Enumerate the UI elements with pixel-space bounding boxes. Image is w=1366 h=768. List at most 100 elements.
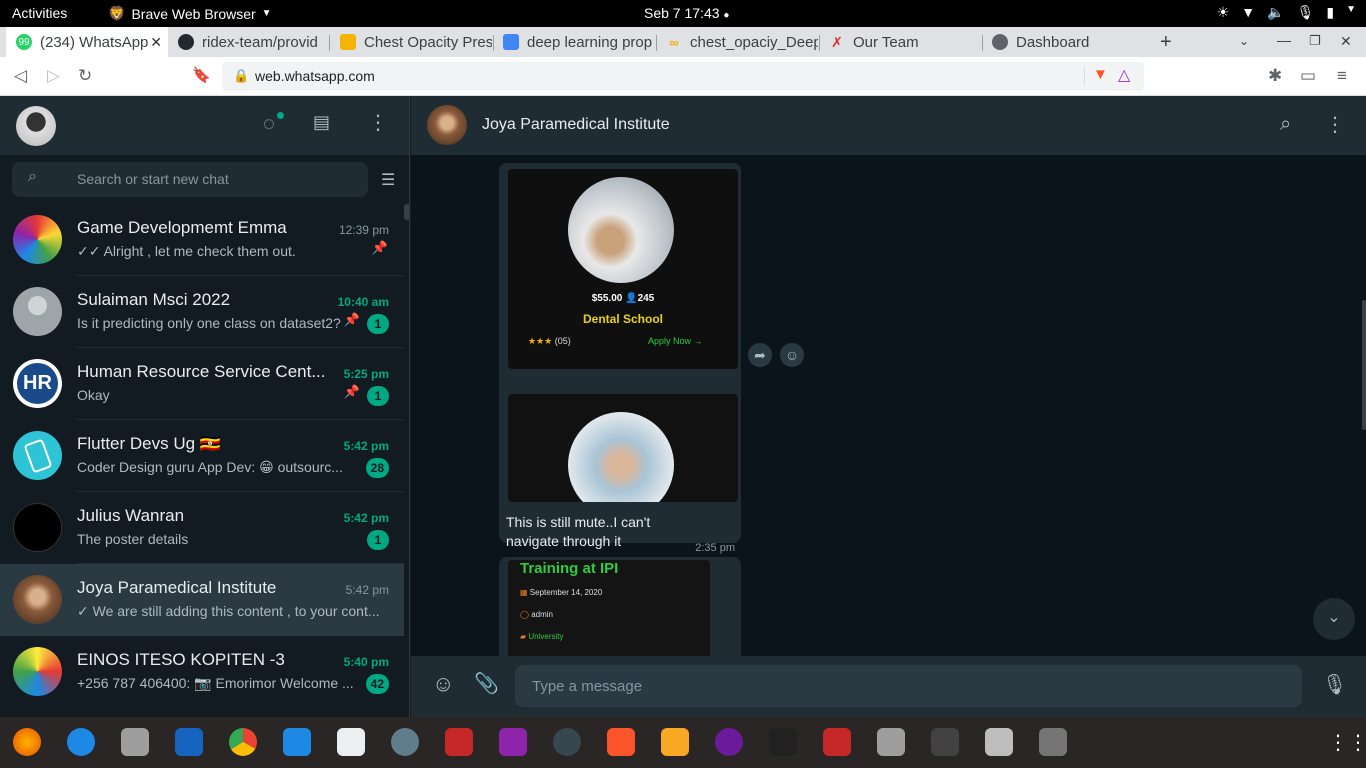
course-card-image[interactable]: $55.00 👤245 Dental School ★★★ (05) Apply… [508, 169, 738, 369]
tab-deep-learning-proposal[interactable]: deep learning prop [493, 27, 655, 57]
filter-icon[interactable]: ☰ [381, 170, 395, 190]
files-icon[interactable] [121, 728, 149, 756]
firefox-icon[interactable] [13, 728, 41, 756]
menu-icon[interactable]: ⋮ [1325, 112, 1345, 137]
course-rating: ★★★ (05) [528, 336, 571, 347]
unread-badge: 1 [367, 386, 389, 406]
clock[interactable]: Seb 7 17:43 ● [644, 5, 729, 21]
minimize-icon[interactable]: — [1277, 32, 1291, 48]
app-menu[interactable]: 🦁 Brave Web Browser ▼ [108, 5, 272, 22]
brave-rewards-icon[interactable]: △ [1118, 65, 1130, 85]
chat-item-selected[interactable]: Joya Paramedical Institute 5:42 pm ✓ We … [0, 564, 404, 636]
contact-avatar[interactable] [427, 105, 467, 145]
image-message[interactable]: $55.00 👤245 Dental School ★★★ (05) Apply… [499, 163, 741, 554]
conversation-header[interactable]: Joya Paramedical Institute ⌕ ⋮ [411, 96, 1366, 155]
chat-item[interactable]: Flutter Devs Ug 🇺🇬 5:42 pm Coder Design … [0, 420, 404, 492]
texmaker-icon[interactable] [877, 728, 905, 756]
reload-icon[interactable]: ↻ [78, 66, 92, 86]
chat-item[interactable]: HR Human Resource Service Cent... 5:25 p… [0, 348, 404, 420]
scroll-down-button[interactable]: ⌄ [1313, 598, 1355, 640]
attach-icon[interactable]: 📎 [474, 671, 499, 696]
unread-badge: 1 [367, 314, 389, 334]
tab-label: Dashboard [1016, 33, 1090, 51]
unread-badge: 28 [365, 458, 389, 478]
tab-dashboard[interactable]: Dashboard [982, 27, 1142, 57]
tab-our-team[interactable]: ✗ Our Team [819, 27, 981, 57]
emoji-reaction-icon[interactable]: ☺ [780, 343, 804, 367]
training-card-image[interactable]: Training at IPI ▦ September 14, 2020 ◯ a… [508, 560, 710, 656]
calendar-icon: ▦ [520, 588, 530, 597]
bookmark-icon[interactable]: 🔖 [192, 66, 211, 84]
tab-whatsapp[interactable]: 99 (234) WhatsApp ✕ [6, 27, 168, 57]
software-center-icon[interactable] [337, 728, 365, 756]
system-monitor-icon[interactable] [931, 728, 959, 756]
image-viewer-icon[interactable] [985, 728, 1013, 756]
brave-shields-icon[interactable]: ▼ [1093, 66, 1108, 83]
image-message[interactable]: Training at IPI ▦ September 14, 2020 ◯ a… [499, 557, 741, 656]
address-bar[interactable]: 🔒 web.whatsapp.com ▼ △ [222, 62, 1144, 91]
scrollbar-thumb[interactable] [404, 204, 409, 220]
course-card-image-2[interactable] [508, 394, 738, 502]
webstorm-icon[interactable] [553, 728, 581, 756]
chat-time: 5:42 pm [345, 583, 389, 597]
message-time: 2:35 pm [695, 542, 735, 554]
terminal-icon[interactable] [769, 728, 797, 756]
extensions-icon[interactable]: ✱ [1268, 66, 1282, 86]
close-icon[interactable]: ✕ [150, 34, 162, 51]
maximize-icon[interactable]: ❐ [1309, 33, 1321, 49]
search-box[interactable]: ⌕ Search or start new chat [12, 162, 368, 197]
vscode-icon[interactable] [283, 728, 311, 756]
settings-icon[interactable] [391, 728, 419, 756]
phone-icon [22, 437, 53, 474]
search-icon[interactable]: ⌕ [1280, 113, 1291, 136]
chat-time: 5:42 pm [343, 511, 389, 525]
screen-recorder-icon[interactable] [445, 728, 473, 756]
tab-github[interactable]: ridex-team/provid [168, 27, 328, 57]
chrome-icon[interactable] [229, 728, 257, 756]
tab-label: chest_opaciy_Deep [690, 33, 818, 51]
emoji-icon[interactable]: ☺ [432, 671, 454, 697]
search-input[interactable]: Search or start new chat [77, 171, 229, 187]
sidebar-header: ◌ ▤ ⋮ [0, 96, 409, 155]
course-photo [568, 412, 674, 502]
new-chat-icon[interactable]: ▤ [313, 112, 330, 133]
chat-item[interactable]: Game Developmemt Emma 12:39 pm ✓✓ Alrigh… [0, 204, 404, 276]
writer-icon[interactable] [175, 728, 203, 756]
tab-chest-opacity-presentation[interactable]: Chest Opacity Pres [330, 27, 492, 57]
tab-search-chevron-icon[interactable]: ⌄ [1239, 34, 1249, 48]
activities-button[interactable]: Activities [12, 5, 67, 21]
thunderbird-icon[interactable] [67, 728, 95, 756]
disk-icon[interactable] [1039, 728, 1067, 756]
window-close-icon[interactable]: ✕ [1340, 33, 1352, 50]
back-icon[interactable]: ◁ [14, 66, 27, 86]
url-text: web.whatsapp.com [255, 68, 375, 84]
app-grid-icon[interactable]: ⋮⋮ [1328, 730, 1366, 755]
chat-item[interactable]: EINOS ITESO KOPITEN -3 5:40 pm +256 787 … [0, 636, 404, 708]
microphone-icon[interactable]: 🎙 [1322, 672, 1347, 697]
course-students: 245 [637, 293, 655, 304]
message-input[interactable]: Type a message [515, 665, 1302, 707]
system-tray[interactable]: ☀ ▼ 🔈 🎙 ▮ ▼ [1217, 4, 1356, 21]
chat-last-message: Is it predicting only one class on datas… [77, 315, 341, 331]
wallet-icon[interactable]: ▭ [1300, 66, 1316, 86]
menu-icon[interactable]: ≡ [1337, 66, 1347, 86]
podcast-icon[interactable] [715, 728, 743, 756]
course-price-row: $55.00 👤245 [508, 293, 738, 304]
forward-icon[interactable]: ▷ [47, 66, 60, 86]
video-player-icon[interactable] [499, 728, 527, 756]
menu-icon[interactable]: ⋮ [368, 110, 388, 135]
scrollbar-thumb[interactable] [1362, 300, 1366, 430]
status-icon[interactable]: ◌ [263, 113, 275, 136]
calculator-icon[interactable] [661, 728, 689, 756]
chat-name: Game Developmemt Emma [77, 218, 287, 237]
brave-icon[interactable] [607, 728, 635, 756]
tab-colab[interactable]: ∞ chest_opaciy_Deep [656, 27, 818, 57]
forward-icon[interactable]: ➦ [748, 343, 772, 367]
system-top-bar: Activities 🦁 Brave Web Browser ▼ Seb 7 1… [0, 0, 1366, 27]
filezilla-icon[interactable] [823, 728, 851, 756]
chat-item[interactable]: Julius Wanran 5:42 pm The poster details… [0, 492, 404, 564]
new-tab-button[interactable]: + [1160, 31, 1172, 54]
profile-avatar[interactable] [16, 106, 56, 146]
chat-item[interactable]: Sulaiman Msci 2022 10:40 am Is it predic… [0, 276, 404, 348]
github-icon [178, 34, 194, 50]
